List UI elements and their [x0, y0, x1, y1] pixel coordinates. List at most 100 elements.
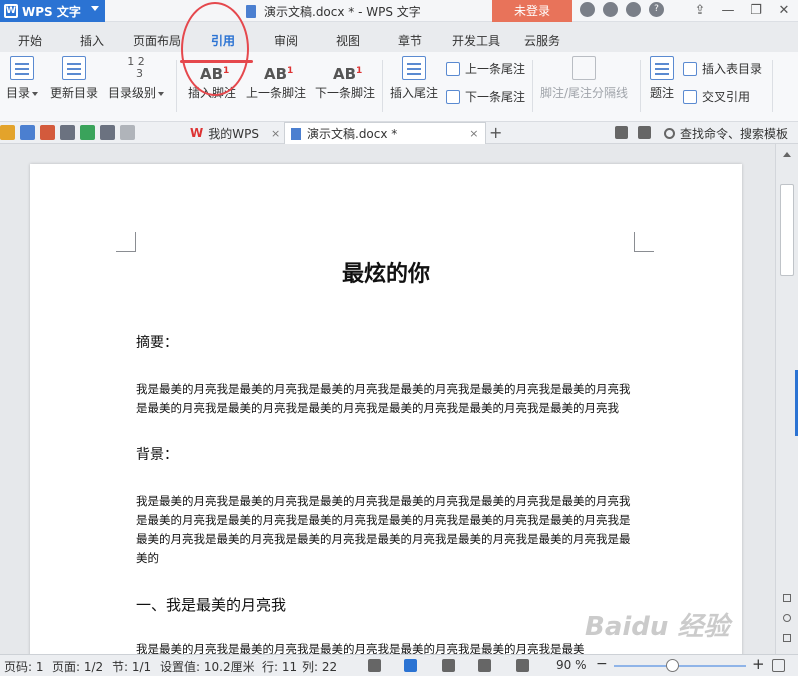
- zoom-slider[interactable]: [614, 665, 746, 667]
- outline-view-icon[interactable]: [442, 659, 455, 672]
- toc-button[interactable]: 目录: [4, 56, 40, 101]
- next-footnote-icon: AB1: [333, 56, 362, 83]
- share-icon[interactable]: ⇪: [686, 0, 714, 22]
- zoom-slider-handle[interactable]: [666, 659, 679, 672]
- ribbon-divider: [772, 60, 773, 112]
- save-icon[interactable]: [20, 125, 35, 140]
- minimize-button[interactable]: —: [714, 0, 742, 22]
- wps-logo-icon: W: [4, 4, 18, 18]
- quick-right-icons: [615, 126, 651, 139]
- document-area: 最炫的你 摘要： 我是最美的月亮我是最美的月亮我是最美的月亮我是最美的月亮我是最…: [0, 144, 775, 654]
- zoom-in-button[interactable]: +: [752, 655, 765, 673]
- ribbon-divider: [532, 60, 533, 112]
- zoom-out-button[interactable]: −: [596, 656, 608, 672]
- filter-icon[interactable]: [638, 126, 651, 139]
- prev-endnote-button[interactable]: 上一条尾注: [446, 60, 525, 77]
- web-view-icon[interactable]: [478, 659, 491, 672]
- next-endnote-button[interactable]: 下一条尾注: [446, 88, 525, 105]
- quick-access-icons: [0, 125, 155, 140]
- status-position: 设置值: 10.2厘米: [160, 660, 255, 674]
- print-icon[interactable]: [60, 125, 75, 140]
- skin-icon[interactable]: [580, 2, 595, 17]
- chevron-down-icon: [91, 6, 99, 11]
- next-page-icon[interactable]: [783, 634, 791, 642]
- separator-button[interactable]: 脚注/尾注分隔线: [538, 56, 630, 101]
- cross-reference-icon: [683, 89, 697, 104]
- close-button[interactable]: ✕: [770, 0, 798, 22]
- page-view-icon[interactable]: [404, 659, 417, 672]
- background-text: 我是最美的月亮我是最美的月亮我是最美的月亮我是最美的月亮我是最美的月亮我是最美的…: [136, 494, 631, 565]
- login-button[interactable]: 未登录: [492, 0, 572, 22]
- document-title: 最炫的你: [341, 261, 430, 287]
- scroll-up-icon[interactable]: [783, 152, 791, 157]
- separator-label: 脚注/尾注分隔线: [539, 86, 629, 100]
- maximize-button[interactable]: ❐: [742, 0, 770, 22]
- status-page-code: 页码: 1: [4, 660, 44, 674]
- settings-icon[interactable]: [603, 2, 618, 17]
- eye-protection-icon[interactable]: [516, 659, 529, 672]
- redo-icon[interactable]: [120, 125, 135, 140]
- open-icon[interactable]: [0, 125, 15, 140]
- prev-footnote-button[interactable]: AB1 上一条脚注: [246, 56, 306, 101]
- toc-label: 目录: [5, 86, 30, 100]
- document-page[interactable]: 最炫的你 摘要： 我是最美的月亮我是最美的月亮我是最美的月亮我是最美的月亮我是最…: [30, 164, 742, 654]
- prev-footnote-mark: 1: [287, 66, 294, 76]
- app-name: WPS 文字: [22, 4, 81, 19]
- scroll-thumb[interactable]: [780, 184, 794, 276]
- tab-developer[interactable]: 开发工具: [450, 30, 502, 52]
- vertical-scrollbar[interactable]: [775, 144, 798, 654]
- chevron-down-icon: [32, 91, 38, 96]
- document-icon: [291, 127, 301, 140]
- tab-cloud[interactable]: 云服务: [522, 30, 562, 52]
- title-bar: W WPS 文字 演示文稿.docx * - WPS 文字 未登录 ? ⇪ — …: [0, 0, 798, 22]
- update-toc-icon: [62, 56, 86, 80]
- tab-review[interactable]: 审阅: [272, 30, 300, 52]
- undo-icon[interactable]: [100, 125, 115, 140]
- tab-home[interactable]: 开始: [16, 30, 44, 52]
- tab-view[interactable]: 视图: [334, 30, 362, 52]
- app-menu-button[interactable]: W WPS 文字: [0, 0, 105, 22]
- annotation-underline: [180, 60, 253, 63]
- presentation-icon[interactable]: [615, 126, 628, 139]
- status-row: 行: 11: [262, 660, 298, 674]
- export-pdf-icon[interactable]: [40, 125, 55, 140]
- status-bar: 页码: 1 页面: 1/2 节: 1/1 设置值: 10.2厘米 行: 11 列…: [0, 654, 798, 676]
- fit-page-icon[interactable]: [772, 659, 785, 672]
- chevron-down-icon[interactable]: [140, 125, 155, 140]
- close-icon[interactable]: ×: [469, 127, 478, 140]
- update-toc-button[interactable]: 更新目录: [48, 56, 100, 101]
- ribbon-divider: [382, 60, 383, 112]
- command-search[interactable]: 查找命令、搜索模板: [664, 125, 788, 142]
- ribbon-tabs: 开始 插入 页面布局 引用 审阅 视图 章节 开发工具 云服务: [0, 30, 798, 52]
- caption-button[interactable]: 题注: [646, 56, 678, 101]
- annotation-circle: [181, 2, 249, 96]
- prev-page-icon[interactable]: [783, 594, 791, 602]
- zoom-level[interactable]: 90 %: [556, 658, 587, 672]
- toc-level-button[interactable]: 1 2 3 目录级别: [106, 56, 166, 101]
- insert-table-of-figures-button[interactable]: 插入表目录: [683, 60, 762, 77]
- cloud-icon[interactable]: [626, 2, 641, 17]
- tab-page-layout[interactable]: 页面布局: [131, 30, 183, 52]
- toc-level-label: 目录级别: [107, 86, 156, 100]
- next-footnote-button[interactable]: AB1 下一条脚注: [314, 56, 376, 101]
- tab-insert[interactable]: 插入: [78, 30, 106, 52]
- help-icon[interactable]: ?: [649, 2, 664, 17]
- quick-access-bar: W 我的WPS × 演示文稿.docx * × + 查找命令、搜索模板: [0, 122, 798, 144]
- abstract-heading: 摘要：: [136, 335, 178, 351]
- full-screen-icon[interactable]: [368, 659, 381, 672]
- close-icon[interactable]: ×: [271, 127, 280, 140]
- margin-marker: [116, 232, 136, 252]
- next-footnote-mark: 1: [356, 66, 363, 76]
- select-browse-icon[interactable]: [783, 614, 791, 622]
- print-preview-icon[interactable]: [80, 125, 95, 140]
- chevron-down-icon: [158, 91, 164, 96]
- add-tab-button[interactable]: +: [489, 123, 502, 142]
- tab-chapter[interactable]: 章节: [396, 30, 424, 52]
- search-icon: [664, 128, 675, 139]
- title-toolbar-icons: ?: [580, 2, 664, 17]
- doc-tab-current[interactable]: 演示文稿.docx * ×: [284, 122, 486, 144]
- doc-tab-home[interactable]: W 我的WPS ×: [184, 122, 282, 144]
- insert-endnote-button[interactable]: 插入尾注: [388, 56, 440, 101]
- update-toc-label: 更新目录: [49, 86, 98, 100]
- cross-reference-button[interactable]: 交叉引用: [683, 88, 750, 105]
